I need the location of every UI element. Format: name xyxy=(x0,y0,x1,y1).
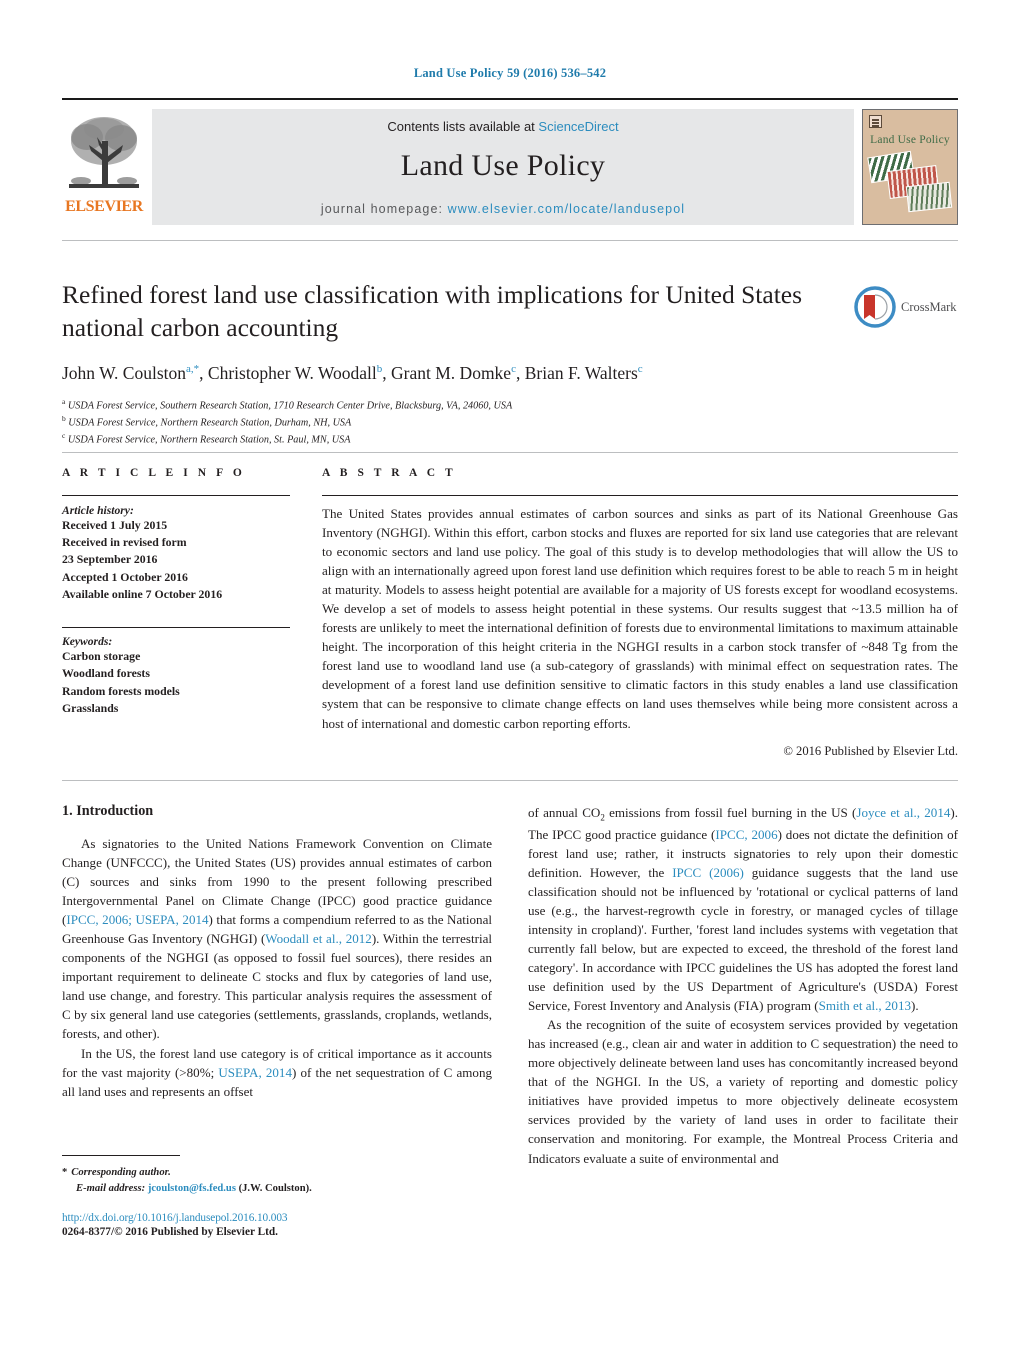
sciencedirect-link[interactable]: ScienceDirect xyxy=(538,119,618,134)
article-history-item: Accepted 1 October 2016 xyxy=(62,569,188,584)
citation-link[interactable]: Woodall et al., 2012 xyxy=(265,931,372,946)
elsevier-wordmark: ELSEVIER xyxy=(65,198,143,215)
body-column-right: of annual CO2 emissions from fossil fuel… xyxy=(528,803,958,1168)
author-name: Grant M. Domke xyxy=(391,363,512,384)
citation-link[interactable]: USEPA, 2014 xyxy=(218,1065,292,1080)
keywords-heading: Keywords: xyxy=(62,635,113,649)
contents-band: Contents lists available at ScienceDirec… xyxy=(152,109,854,225)
footnote-divider xyxy=(62,1155,180,1156)
contents-available-line: Contents lists available at ScienceDirec… xyxy=(152,119,854,134)
citation-link[interactable]: IPCC, 2006; USEPA, 2014 xyxy=(66,912,208,927)
homepage-prefix: journal homepage: xyxy=(320,202,448,216)
citation-link[interactable]: Smith et al., 2013 xyxy=(819,998,911,1013)
affiliation-marker: a xyxy=(62,397,66,407)
paragraph: In the US, the forest land use category … xyxy=(62,1044,492,1101)
citation-link[interactable]: Joyce et al., 2014 xyxy=(856,805,950,820)
corresponding-author-label: Corresponding author. xyxy=(71,1167,171,1178)
body-column-left: 1. Introduction As signatories to the Un… xyxy=(62,803,492,1168)
paragraph: of annual CO2 emissions from fossil fuel… xyxy=(528,803,958,1015)
running-head: Land Use Policy 59 (2016) 536–542 xyxy=(413,66,607,80)
author-affiliation-marker: b xyxy=(376,363,383,376)
citation-link[interactable]: IPCC (2006) xyxy=(672,865,744,880)
paragraph-part: emissions from fossil fuel burning in th… xyxy=(604,805,857,820)
abstract-heading: A B S T R A C T xyxy=(322,467,457,479)
journal-title: Land Use Policy xyxy=(400,149,606,182)
article-info-heading: A R T I C L E I N F O xyxy=(62,467,246,479)
keyword-item: Carbon storage xyxy=(62,649,141,664)
journal-homepage-line: journal homepage: www.elsevier.com/locat… xyxy=(152,202,854,216)
section-heading-introduction: 1. Introduction xyxy=(62,803,154,819)
cover-title: Land Use Policy xyxy=(870,134,950,146)
doi-link[interactable]: http://dx.doi.org/10.1016/j.landusepol.2… xyxy=(62,1212,662,1224)
affiliation-text: USDA Forest Service, Northern Research S… xyxy=(67,434,351,446)
issn-copyright-line: 0264-8377/© 2016 Published by Elsevier L… xyxy=(62,1226,278,1238)
page-title: Refined forest land use classification w… xyxy=(62,280,803,342)
paragraph: As signatories to the United Nations Fra… xyxy=(62,834,492,1044)
cover-photo-landscape xyxy=(905,181,953,213)
title-block: Refined forest land use classification w… xyxy=(62,240,958,448)
abstract-column: A B S T R A C T The United States provid… xyxy=(308,467,958,759)
author-name: Christopher W. Woodall xyxy=(207,363,377,384)
contents-prefix: Contents lists available at xyxy=(387,119,539,134)
journal-masthead: ELSEVIER Contents lists available at Sci… xyxy=(62,98,958,225)
article-history-heading: Article history: xyxy=(62,504,134,517)
body-columns: 1. Introduction As signatories to the Un… xyxy=(62,780,958,1168)
article-history-item: Received 1 July 2015 xyxy=(62,518,168,532)
paragraph-part: of annual CO xyxy=(528,805,601,820)
email-link[interactable]: jcoulston@fs.fed.us xyxy=(148,1183,236,1194)
crossmark-icon xyxy=(854,286,896,328)
affiliation-item: c USDA Forest Service, Northern Research… xyxy=(62,431,958,448)
journal-homepage-link[interactable]: www.elsevier.com/locate/landusepol xyxy=(448,202,686,216)
keyword-item: Grasslands xyxy=(62,700,119,715)
article-history-item: Available online 7 October 2016 xyxy=(62,586,223,601)
affiliation-item: a USDA Forest Service, Southern Research… xyxy=(62,397,958,414)
paragraph-part: ). Within the terrestrial components of … xyxy=(62,931,492,1042)
author-affiliation-marker: a,* xyxy=(186,363,200,376)
keyword-item: Woodland forests xyxy=(62,666,150,681)
author-affiliation-marker: c xyxy=(511,363,516,376)
citation-link[interactable]: IPCC, 2006 xyxy=(715,827,777,842)
author-affiliation-marker: c xyxy=(637,363,643,376)
email-note: E-mail address: jcoulston@fs.fed.us (J.W… xyxy=(62,1181,492,1197)
elsevier-logo: ELSEVIER xyxy=(62,109,146,216)
keyword-item: Random forests models xyxy=(62,683,180,698)
paragraph-part: ). xyxy=(911,998,919,1014)
cover-publisher-icon xyxy=(869,115,882,128)
article-info-column: A R T I C L E I N F O Article history: R… xyxy=(62,467,308,759)
info-abstract-section: A R T I C L E I N F O Article history: R… xyxy=(62,452,958,759)
paragraph-part: guidance suggests that the land use clas… xyxy=(528,864,958,1014)
crossmark-badge[interactable]: CrossMark xyxy=(854,283,962,331)
article-history-item: Received in revised form xyxy=(62,535,187,550)
affiliation-marker: c xyxy=(62,431,66,440)
abstract-text: The United States provides annual estima… xyxy=(322,506,958,731)
divider xyxy=(62,627,290,629)
article-page: Land Use Policy 59 (2016) 536–542 ELSEVI… xyxy=(0,0,1020,1351)
crossmark-label: CrossMark xyxy=(901,299,957,314)
affiliation-list: a USDA Forest Service, Southern Research… xyxy=(62,397,958,448)
affiliation-text: USDA Forest Service, Northern Research S… xyxy=(68,417,352,429)
article-history-item: 23 September 2016 xyxy=(62,552,158,567)
affiliation-marker: b xyxy=(62,414,66,424)
elsevier-tree-icon xyxy=(67,111,141,197)
divider xyxy=(322,495,958,496)
divider xyxy=(62,495,290,496)
email-owner: (J.W. Coulston). xyxy=(238,1182,312,1194)
paragraph: As the recognition of the suite of ecosy… xyxy=(528,1017,958,1166)
journal-cover-thumbnail: Land Use Policy xyxy=(862,109,958,225)
asterisk-icon: * xyxy=(62,1167,68,1178)
abstract-copyright: © 2016 Published by Elsevier Ltd. xyxy=(783,743,958,758)
author-name: Brian F. Walters xyxy=(524,363,638,384)
footer-block: http://dx.doi.org/10.1016/j.landusepol.2… xyxy=(62,1212,662,1238)
affiliation-item: b USDA Forest Service, Northern Research… xyxy=(62,414,958,431)
footnote-block: * Corresponding author. E-mail address: j… xyxy=(62,1155,492,1197)
author-list: John W. Coulstona,*, Christopher W. Wood… xyxy=(62,363,643,384)
email-label: E-mail address: xyxy=(76,1182,146,1194)
author-name: John W. Coulston xyxy=(62,363,186,384)
corresponding-author-note: * Corresponding author. xyxy=(62,1165,492,1181)
affiliation-text: USDA Forest Service, Southern Research S… xyxy=(67,400,513,412)
